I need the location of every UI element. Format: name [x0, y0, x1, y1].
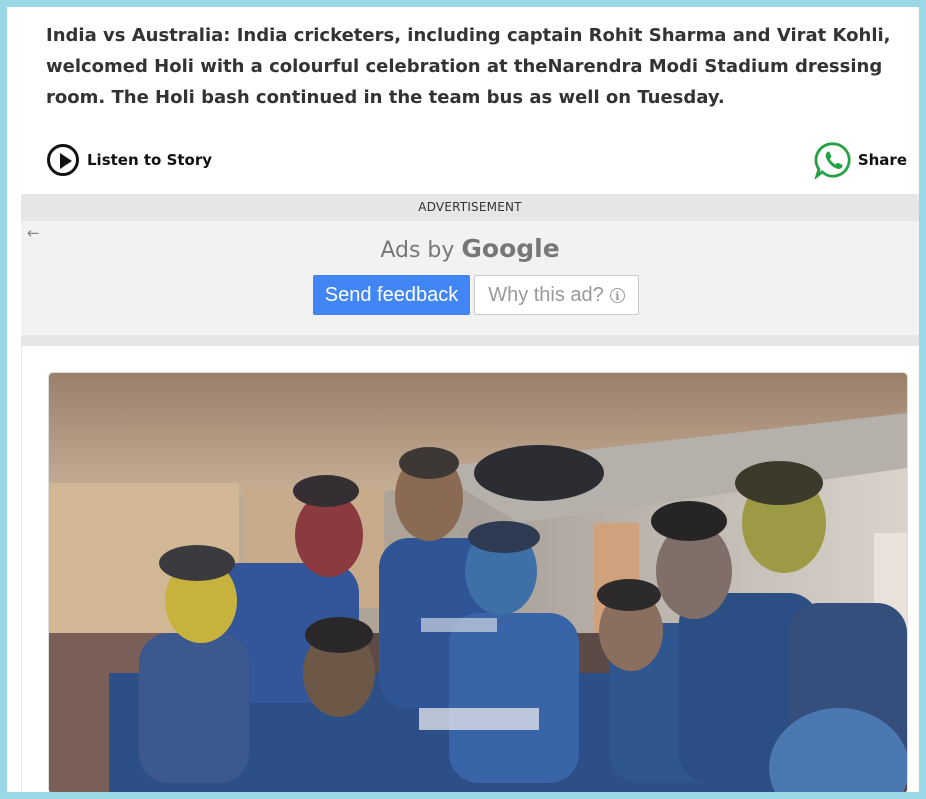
advertisement-zone: ADVERTISEMENT ← Ads by Google Send feedb… — [21, 194, 919, 346]
team-bus-holi-photo[interactable] — [48, 372, 908, 792]
share-button[interactable]: Share — [814, 141, 907, 179]
ads-by-google: Ads by Google — [21, 234, 919, 263]
play-circle-icon — [47, 144, 79, 176]
ad-feedback-buttons: Send feedback Why this ad? i — [313, 275, 639, 315]
article-lead: India vs Australia: India cricketers, in… — [46, 25, 891, 108]
ad-zone-bottom-bar — [21, 335, 919, 346]
listen-to-story-button[interactable]: Listen to Story — [47, 144, 212, 176]
google-wordmark: Google — [461, 234, 560, 263]
info-icon: i — [609, 287, 625, 303]
article-frame: India vs Australia: India cricketers, in… — [7, 7, 919, 792]
send-feedback-button[interactable]: Send feedback — [313, 275, 470, 315]
why-this-ad-label: Why this ad? — [488, 283, 604, 306]
whatsapp-icon — [814, 142, 851, 179]
advertisement-header: ADVERTISEMENT — [21, 194, 919, 221]
share-label: Share — [857, 151, 907, 169]
listen-label: Listen to Story — [87, 151, 213, 169]
content-divider — [21, 346, 22, 792]
ads-by-prefix: Ads by — [380, 238, 455, 263]
why-this-ad-button[interactable]: Why this ad? i — [474, 275, 639, 315]
photo-illustration — [49, 373, 907, 792]
